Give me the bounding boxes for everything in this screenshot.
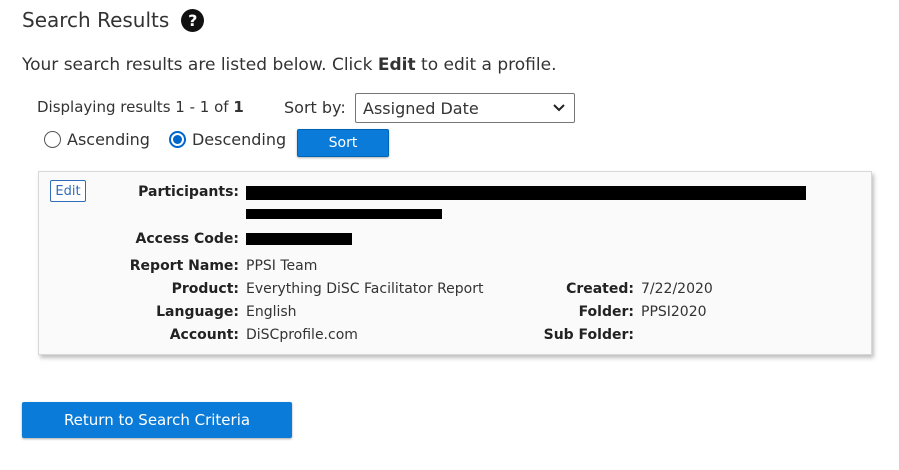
sort-by-label: Sort by: — [284, 98, 346, 117]
folder-label: Folder: — [578, 304, 634, 320]
results-count-total: 1 — [233, 98, 244, 116]
sort-by-select[interactable]: Assigned Date — [355, 93, 575, 123]
intro-text-before: Your search results are listed below. Cl… — [22, 55, 378, 75]
sort-by-selected-value: Assigned Date — [363, 98, 479, 118]
intro-text-edit-word: Edit — [377, 55, 416, 75]
sub-folder-label: Sub Folder: — [543, 327, 634, 343]
language-label: Language: — [156, 304, 239, 320]
return-to-search-button[interactable]: Return to Search Criteria — [22, 402, 292, 438]
folder-value: PPSI2020 — [641, 304, 707, 320]
page-header: Search Results ? — [22, 8, 205, 32]
chevron-down-icon — [552, 99, 566, 121]
participants-redaction-2 — [246, 209, 442, 219]
results-count: Displaying results 1 - 1 of 1 — [37, 98, 244, 116]
created-label: Created: — [566, 281, 634, 297]
descending-label[interactable]: Descending — [192, 130, 286, 149]
ascending-radio[interactable] — [44, 131, 61, 148]
report-name-label: Report Name: — [129, 258, 239, 274]
results-count-prefix: Displaying results 1 - 1 of — [37, 98, 234, 116]
participants-label: Participants: — [138, 184, 239, 200]
account-label: Account: — [169, 327, 239, 343]
descending-radio[interactable] — [168, 131, 186, 148]
profile-card: Edit Participants: Access Code: Report N… — [38, 171, 872, 355]
ascending-label[interactable]: Ascending — [67, 130, 150, 149]
language-value: English — [246, 304, 297, 320]
intro-text: Your search results are listed below. Cl… — [22, 55, 556, 75]
account-value: DiSCprofile.com — [246, 327, 358, 343]
product-value: Everything DiSC Facilitator Report — [246, 281, 484, 297]
participants-redaction — [246, 186, 806, 200]
report-name-value: PPSI Team — [246, 258, 318, 274]
created-value: 7/22/2020 — [641, 281, 713, 297]
page-title: Search Results — [22, 8, 170, 32]
question-circle-icon[interactable]: ? — [181, 8, 205, 32]
edit-button[interactable]: Edit — [50, 180, 86, 202]
intro-text-after: to edit a profile. — [415, 55, 557, 75]
access-code-redaction — [246, 233, 352, 245]
sort-order-group: Ascending Descending — [44, 130, 305, 149]
sort-button[interactable]: Sort — [297, 129, 389, 157]
product-label: Product: — [171, 281, 239, 297]
access-code-label: Access Code: — [135, 231, 239, 247]
